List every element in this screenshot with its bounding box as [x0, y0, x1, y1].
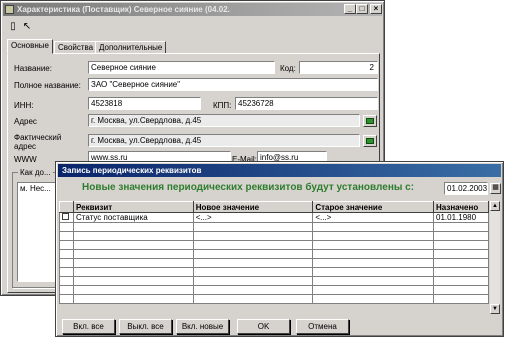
envelope-icon	[366, 138, 374, 144]
col-new-value[interactable]: Новое значение	[192, 201, 314, 213]
dialog-heading: Новые значения периодических реквизитов …	[82, 182, 415, 193]
table-row	[59, 249, 489, 259]
calendar-button[interactable]: ▦	[490, 183, 501, 194]
name-label: Название:	[14, 64, 52, 73]
envelope-icon	[366, 118, 374, 124]
date-field[interactable]: 01.02.2003	[444, 182, 488, 195]
ok-button[interactable]: OK	[237, 319, 290, 334]
scroll-down-icon[interactable]: ▼	[490, 304, 500, 314]
toolbar-print-icon[interactable]: ▯	[7, 21, 19, 33]
toolbar-pointer-icon[interactable]: ↖	[21, 21, 33, 33]
window-icon	[5, 5, 14, 14]
contacts-list-item[interactable]: м. Нес...	[20, 184, 51, 193]
inn-field[interactable]: 4523818	[88, 97, 201, 110]
address-edit-button[interactable]	[363, 115, 377, 127]
tab-main[interactable]: Основные	[7, 39, 53, 54]
row-assigned: 01.01.1980	[433, 212, 489, 223]
table-scrollbar[interactable]: ▲ ▼	[490, 201, 500, 314]
kpp-label: КПП:	[213, 101, 232, 110]
enable-new-button[interactable]: Вкл. новые	[176, 319, 229, 334]
col-check	[59, 201, 74, 213]
actual-address-field[interactable]: г. Москва, ул.Свердлова, д.45	[88, 134, 360, 147]
kpp-field[interactable]: 45236728	[235, 97, 378, 110]
contacts-group-label: Как до...	[18, 168, 53, 177]
enable-all-button[interactable]: Вкл. все	[62, 319, 115, 334]
table-row	[59, 285, 489, 295]
actual-address-label-1: Фактический	[14, 133, 62, 142]
code-field[interactable]: 2	[299, 61, 378, 74]
dialog-window: Запись периодических реквизитов Новые зн…	[55, 161, 504, 337]
table-row	[59, 258, 489, 268]
close-button[interactable]: ×	[370, 4, 382, 14]
name-field[interactable]: Северное сияние	[88, 61, 275, 74]
row-new-value[interactable]: <...>	[192, 212, 314, 223]
row-old-value: <...>	[312, 212, 435, 223]
full-name-label: Полное название:	[14, 81, 81, 90]
www-label: WWW	[14, 155, 37, 164]
main-window-titlebar[interactable]: Характеристика (Поставщик) Северное сиян…	[3, 3, 382, 16]
table-row	[59, 267, 489, 277]
address-label: Адрес	[14, 117, 37, 126]
col-old-value[interactable]: Старое значение	[312, 201, 435, 213]
row-checkbox[interactable]	[59, 212, 74, 223]
inn-label: ИНН:	[14, 101, 34, 110]
scroll-up-icon[interactable]: ▲	[490, 201, 500, 211]
minimize-button[interactable]: _	[344, 4, 356, 14]
col-requisite[interactable]: Реквизит	[72, 201, 194, 213]
actual-address-label-2: адрес	[14, 142, 37, 151]
table-row	[59, 294, 489, 304]
address-field[interactable]: г. Москва, ул.Свердлова, д.45	[88, 114, 360, 127]
col-assigned[interactable]: Назначено	[433, 201, 489, 213]
full-name-field[interactable]: ЗАО "Северное сияние"	[88, 78, 378, 91]
table-row	[59, 276, 489, 286]
dialog-title: Запись периодических реквизитов	[62, 166, 202, 175]
dialog-titlebar[interactable]: Запись периодических реквизитов	[58, 164, 501, 177]
contacts-list[interactable]: м. Нес...	[17, 182, 57, 282]
disable-all-button[interactable]: Выкл. все	[119, 319, 172, 334]
requisites-table: Реквизит Новое значение Старое значение …	[59, 201, 489, 304]
table-row	[59, 222, 489, 232]
table-row[interactable]: Статус поставщика <...> <...> 01.01.1980	[59, 212, 489, 223]
main-window-title: Характеристика (Поставщик) Северное сиян…	[17, 5, 230, 14]
table-row	[59, 240, 489, 250]
code-label: Код:	[280, 64, 296, 73]
table-row	[59, 231, 489, 241]
actual-address-edit-button[interactable]	[363, 135, 377, 147]
maximize-button[interactable]: □	[356, 4, 368, 14]
cancel-button[interactable]: Отмена	[296, 319, 349, 334]
table-header-row: Реквизит Новое значение Старое значение …	[59, 201, 489, 213]
row-requisite: Статус поставщика	[72, 212, 194, 223]
